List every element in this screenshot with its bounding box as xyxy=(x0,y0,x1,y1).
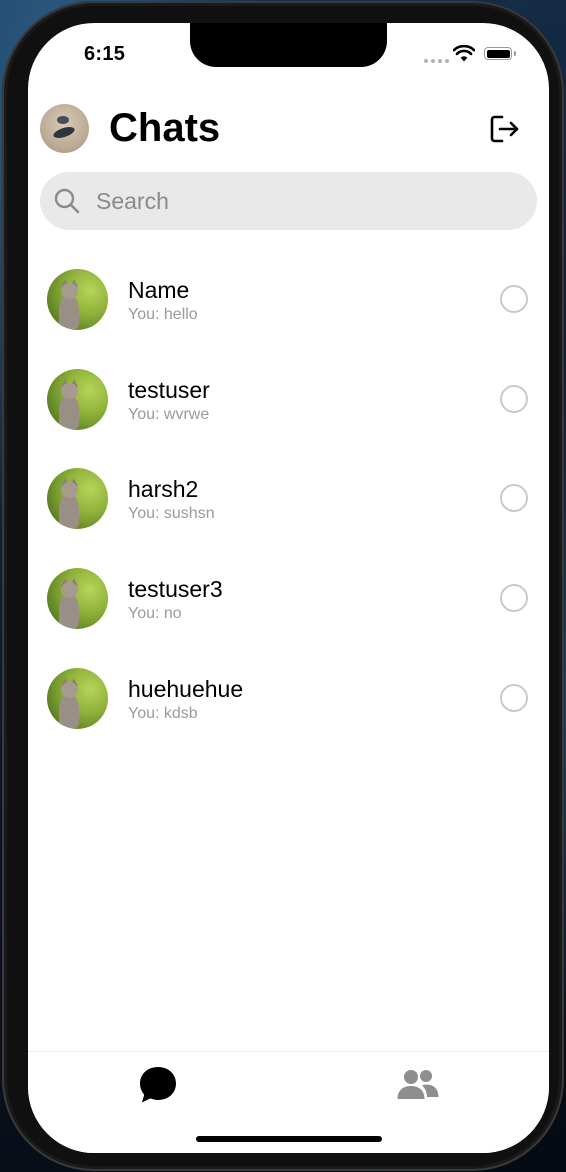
select-radio[interactable] xyxy=(500,384,528,413)
select-radio[interactable] xyxy=(500,484,528,513)
camera-notch xyxy=(190,23,387,67)
chat-name: Name xyxy=(128,277,190,303)
chat-bubble-icon xyxy=(140,1067,176,1103)
chat-last-message: You: sushsn xyxy=(128,505,215,523)
chat-list: Name You: hello testuser You: wvrwe hars… xyxy=(28,257,549,755)
chat-list-item[interactable]: testuser You: wvrwe xyxy=(28,357,549,457)
contact-avatar xyxy=(47,568,108,630)
contact-avatar xyxy=(47,468,108,530)
app-screen: 6:15 Chats Search Name You: hello testus… xyxy=(28,23,549,1153)
home-indicator xyxy=(196,1136,382,1142)
chat-list-item[interactable]: Name You: hello xyxy=(28,257,549,357)
chat-name: huehuehue xyxy=(128,675,244,702)
search-bar[interactable] xyxy=(40,172,537,230)
chat-list-item[interactable]: testuser3 You: no xyxy=(28,556,549,656)
tab-contacts[interactable] xyxy=(388,1060,448,1110)
search-icon xyxy=(54,188,80,214)
tab-chats[interactable] xyxy=(128,1060,188,1110)
chat-last-message: You: hello xyxy=(128,306,198,323)
profile-avatar[interactable] xyxy=(40,104,89,153)
chat-last-message: You: kdsb xyxy=(128,704,198,722)
signal-icon xyxy=(424,59,449,63)
chat-last-message: You: no xyxy=(128,605,182,623)
select-radio[interactable] xyxy=(500,285,528,313)
chat-name: harsh2 xyxy=(128,476,199,503)
chat-list-item[interactable]: huehuehue You: kdsb xyxy=(28,656,549,756)
contact-avatar xyxy=(47,368,108,430)
select-radio[interactable] xyxy=(500,683,528,712)
battery-icon xyxy=(484,47,516,60)
contact-avatar xyxy=(47,269,108,330)
page-title: Chats xyxy=(109,106,221,150)
chat-name: testuser3 xyxy=(128,576,223,603)
select-radio[interactable] xyxy=(500,584,528,613)
logout-icon xyxy=(490,115,519,143)
chat-name: testuser xyxy=(128,376,210,403)
logout-button[interactable] xyxy=(487,112,523,146)
status-time: 6:15 xyxy=(84,43,126,65)
phone-frame: 6:15 Chats Search Name You: hello testus… xyxy=(2,1,564,1171)
contact-avatar xyxy=(47,667,108,729)
search-input[interactable] xyxy=(94,186,498,216)
people-icon xyxy=(397,1070,439,1099)
chat-list-item[interactable]: harsh2 You: sushsn xyxy=(28,456,549,556)
chat-last-message: You: wvrwe xyxy=(128,405,210,423)
wifi-icon xyxy=(453,45,475,62)
